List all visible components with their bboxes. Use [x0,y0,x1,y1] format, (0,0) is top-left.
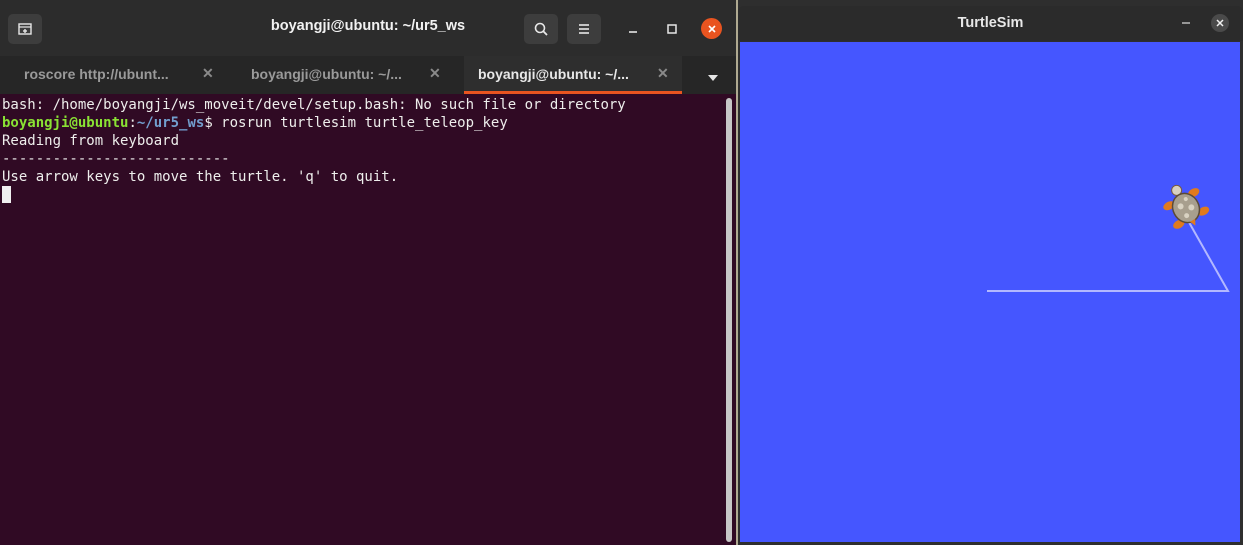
tab-label: roscore http://ubunt... [24,66,169,82]
maximize-button[interactable] [662,19,682,39]
terminal-header-bar: boyangji@ubuntu: ~/ur5_ws [0,0,736,56]
tab-terminal-2[interactable]: boyangji@ubuntu: ~/... ✕ [232,56,464,94]
terminal-line-command: boyangji@ubuntu:~/ur5_ws$ rosrun turtles… [2,114,722,132]
turtle-trail [987,216,1230,292]
terminal-line-instructions: Use arrow keys to move the turtle. 'q' t… [2,169,399,185]
terminal-line-error: bash: /home/boyangji/ws_moveit/devel/set… [2,97,626,113]
turtlesim-header-bar: TurtleSim [738,6,1243,41]
terminal-line-reading: Reading from keyboard [2,133,180,149]
minimize-icon [629,31,637,33]
minimize-icon [1182,22,1190,24]
tab-label: boyangji@ubuntu: ~/... [251,66,402,82]
menu-button[interactable] [567,14,601,44]
tab-close-icon[interactable]: ✕ [202,65,216,81]
tab-close-icon[interactable]: ✕ [429,65,443,81]
tab-terminal-3[interactable]: boyangji@ubuntu: ~/... ✕ [464,56,682,94]
terminal-title: boyangji@ubuntu: ~/ur5_ws [270,18,466,34]
prompt-path: ~/ur5_ws [136,115,205,131]
terminal-line-divider: --------------------------- [2,151,230,167]
terminal-output[interactable]: bash: /home/boyangji/ws_moveit/devel/set… [0,94,722,545]
new-tab-icon [18,23,32,35]
turtlesim-close-button[interactable] [1211,14,1229,32]
search-icon [534,22,548,36]
text-cursor [2,186,11,203]
turtlesim-window: TurtleSim [738,0,1243,545]
turtlesim-title: TurtleSim [957,15,1024,31]
turtle-trail-drawing [987,184,1230,292]
chevron-down-icon [708,75,718,81]
close-icon [1216,19,1224,27]
minimize-button[interactable] [623,19,643,39]
turtlesim-minimize-button[interactable] [1178,14,1194,30]
tab-roscore[interactable]: roscore http://ubunt... ✕ [0,56,232,94]
hamburger-menu-icon [579,24,589,34]
tab-list-dropdown[interactable] [706,68,722,82]
command-text: rosrun turtlesim turtle_teleop_key [221,115,508,131]
prompt-colon: : [128,115,137,131]
tab-close-icon[interactable]: ✕ [657,65,671,81]
turtle-icon [1163,184,1210,229]
turtlesim-canvas [740,42,1240,542]
close-icon [707,24,716,33]
search-button[interactable] [524,14,558,44]
prompt-user: boyangji@ubuntu [2,115,129,131]
terminal-scrollbar[interactable] [726,98,732,542]
terminal-window: boyangji@ubuntu: ~/ur5_ws roscore http:/… [0,0,736,545]
new-tab-button[interactable] [8,14,42,44]
tab-label: boyangji@ubuntu: ~/... [478,66,629,82]
terminal-tab-bar: roscore http://ubunt... ✕ boyangji@ubunt… [0,56,736,94]
maximize-icon [667,24,677,34]
terminal-line-cursor [2,186,722,204]
prompt-dollar: $ [204,115,222,131]
close-button[interactable] [701,18,722,39]
